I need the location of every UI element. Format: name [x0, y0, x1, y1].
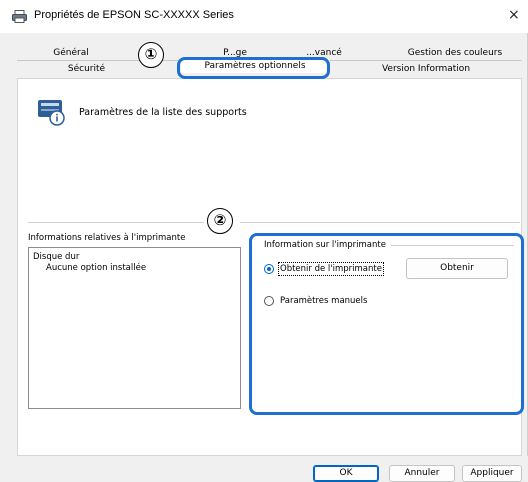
callout-printer-info: [249, 233, 524, 415]
list-item: Aucune option installée: [46, 263, 147, 273]
printer-icon: [12, 10, 27, 23]
list-item: Disque dur: [33, 252, 80, 262]
cancel-button[interactable]: Annuler: [389, 465, 455, 482]
printer-info-section-label: Informations relatives à l'imprimante: [28, 233, 186, 243]
tab-color-management[interactable]: Gestion des couleurs: [385, 46, 525, 60]
tab-general[interactable]: Général: [26, 46, 116, 60]
step-marker-2: ②: [207, 208, 233, 234]
apply-button[interactable]: Appliquer: [462, 465, 522, 482]
tab-divider: [330, 60, 522, 61]
group-separator: [240, 222, 520, 223]
ok-button[interactable]: OK: [313, 465, 379, 482]
printer-info-icon[interactable]: [37, 98, 65, 126]
step-marker-1: ①: [138, 42, 164, 68]
group-separator: [28, 222, 204, 223]
printer-options-list[interactable]: Disque dur Aucune option installée: [28, 247, 241, 409]
title-bar: Propriétés de EPSON SC-XXXXX Series ×: [0, 0, 528, 33]
tab-version-information[interactable]: Version Information: [356, 62, 496, 76]
close-icon[interactable]: ×: [508, 7, 520, 23]
tab-security[interactable]: Sécurité: [44, 62, 129, 76]
media-list-settings-link[interactable]: Paramètres de la liste des supports: [79, 107, 247, 118]
window-title: Propriétés de EPSON SC-XXXXX Series: [34, 9, 234, 21]
callout-optional-settings-tab: [177, 57, 330, 79]
properties-window: Propriétés de EPSON SC-XXXXX Series × Gé…: [0, 0, 528, 482]
